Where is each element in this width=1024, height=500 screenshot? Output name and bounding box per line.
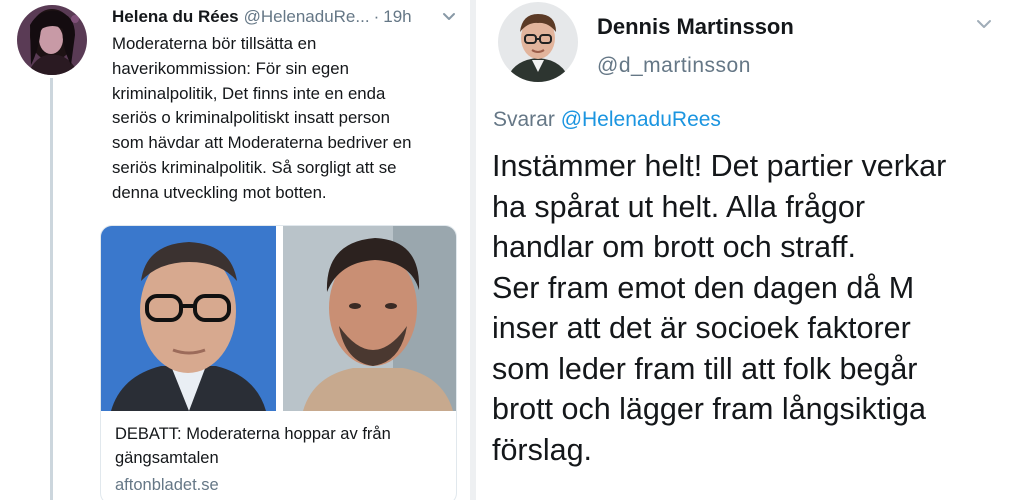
left-separator: · — [373, 7, 380, 26]
card-domain: aftonbladet.se — [115, 476, 219, 494]
reply-mention-link[interactable]: @HelenaduRees — [561, 108, 721, 131]
left-chevron-down-icon[interactable] — [440, 8, 458, 26]
right-chevron-down-icon[interactable] — [974, 14, 994, 34]
left-tweet-header: Helena du Rées @HelenaduRe... · 19h — [112, 6, 462, 28]
left-avatar[interactable] — [17, 5, 87, 75]
left-author-name[interactable]: Helena du Rées — [112, 7, 239, 27]
card-image-right — [283, 226, 456, 411]
thread-line — [50, 78, 53, 500]
reply-prefix: Svarar — [493, 108, 561, 131]
reply-context: Svarar @HelenaduRees — [493, 108, 721, 132]
card-title[interactable]: DEBATT: Moderaterna hoppar av från gängs… — [115, 422, 445, 470]
left-author-handle[interactable]: @HelenaduRe... — [244, 7, 370, 27]
link-card[interactable]: DEBATT: Moderaterna hoppar av från gängs… — [100, 225, 457, 500]
right-author-handle[interactable]: @d_martinsson — [597, 54, 751, 78]
left-timestamp[interactable]: 19h — [383, 7, 411, 27]
right-author-name[interactable]: Dennis Martinsson — [597, 14, 794, 40]
right-tweet: Dennis Martinsson @d_martinsson Svarar @… — [476, 0, 1024, 500]
right-avatar[interactable] — [498, 2, 578, 82]
right-tweet-text: Instämmer helt! Det partier verkar ha sp… — [492, 149, 947, 467]
left-tweet: Helena du Rées @HelenaduRe... · 19h Mode… — [0, 0, 470, 500]
left-tweet-text: Moderaterna bör tillsätta en haverikommi… — [112, 34, 412, 202]
card-image-left — [101, 226, 276, 411]
